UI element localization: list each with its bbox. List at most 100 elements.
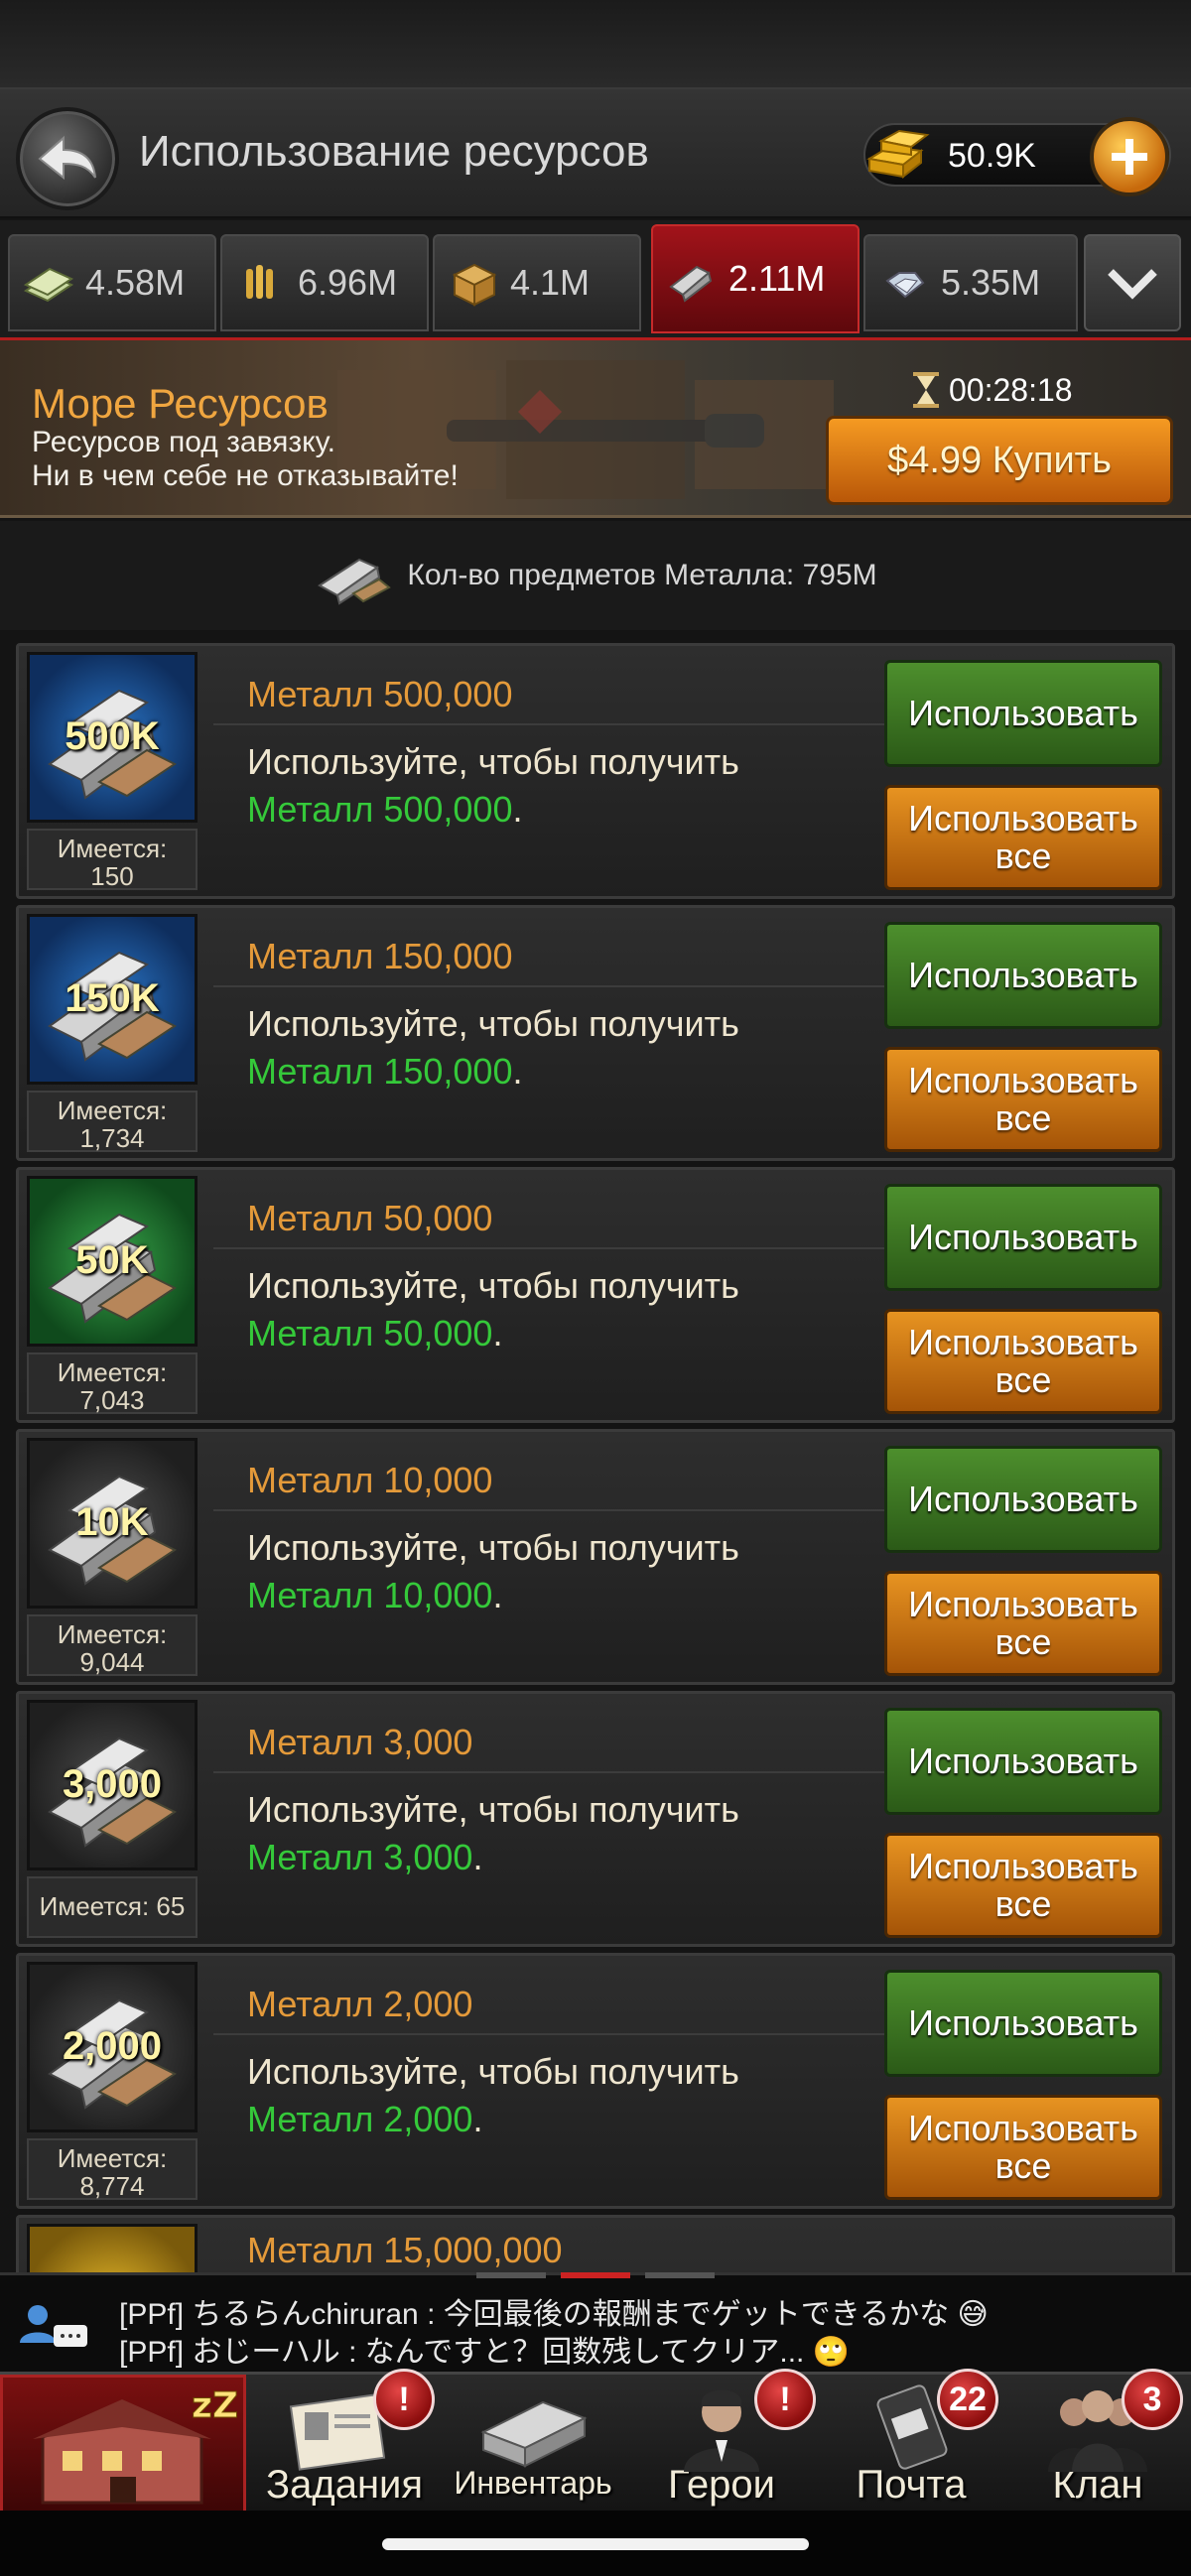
- nav-inventory[interactable]: Инвентарь: [441, 2375, 625, 2513]
- home-indicator[interactable]: [382, 2538, 809, 2550]
- item-reward-text: Металл 500,000: [247, 789, 513, 830]
- use-all-button[interactable]: Использовать все: [884, 1833, 1162, 1938]
- metal-bar-icon: [318, 558, 392, 605]
- plus-icon: [1112, 139, 1147, 175]
- item-thumbnail: 50K: [27, 1176, 198, 1347]
- tab-ammo-value: 6.96M: [298, 262, 398, 303]
- divider: [213, 1509, 888, 1511]
- item-thumbnail-label: 50K: [75, 1238, 149, 1282]
- use-all-button[interactable]: Использовать все: [884, 1047, 1162, 1152]
- item-reward: Металл 500,000.: [247, 789, 522, 831]
- divider: [213, 985, 888, 987]
- owned-count: Имеется: 7,043: [27, 1352, 198, 1414]
- inventory-icon: [480, 2400, 588, 2468]
- tab-cash-value: 4.58M: [85, 262, 186, 303]
- use-all-button[interactable]: Использовать все: [884, 1571, 1162, 1676]
- hourglass-icon: [913, 372, 939, 408]
- item-description: Используйте, чтобы получить: [247, 2051, 739, 2092]
- item-description: Используйте, чтобы получить: [247, 1265, 739, 1306]
- nav-heroes[interactable]: ! Герои: [627, 2369, 816, 2513]
- resource-tabs: 4.58M 6.96M 4.1M 2.11M 5.35M: [0, 220, 1191, 337]
- owned-count-text: Имеется: 9,044: [57, 1619, 168, 1677]
- divider: [213, 1771, 888, 1773]
- tab-diamond[interactable]: 5.35M: [863, 234, 1078, 331]
- owned-count-text: Имеется: 65: [39, 1891, 186, 1921]
- crate-icon: [452, 263, 497, 307]
- list-item: 3,000 Имеется: 65 Металл 3,000 Используй…: [16, 1691, 1175, 1947]
- tab-metal-value: 2.11M: [728, 258, 826, 299]
- buy-offer-button[interactable]: $4.99 Купить: [826, 416, 1173, 505]
- item-description: Используйте, чтобы получить: [247, 1003, 739, 1044]
- chat-ticker[interactable]: [PPf] ちるらんchiruran : 今回最後の報酬までゲットできるかな 😅…: [0, 2272, 1191, 2372]
- chat-message: [PPf] おじーハル : なんですと？回数残してクリア... 🙄: [119, 2336, 851, 2369]
- tab-cash[interactable]: 4.58M: [8, 234, 216, 331]
- tab-crate[interactable]: 4.1M: [433, 234, 641, 331]
- banner-title: Море Ресурсов: [32, 380, 329, 427]
- item-reward: Металл 10,000.: [247, 1575, 502, 1616]
- back-arrow-icon: [38, 135, 96, 181]
- back-button[interactable]: [16, 107, 119, 210]
- item-thumbnail: [27, 2224, 198, 2272]
- header: Использование ресурсов 50.9K: [0, 89, 1191, 218]
- list-item: Металл 15,000,000: [16, 2215, 1175, 2272]
- punctuation: .: [492, 1575, 503, 1615]
- owned-count-text: Имеется: 1,734: [57, 1095, 168, 1153]
- use-button[interactable]: Использовать: [884, 922, 1162, 1029]
- item-reward: Металл 2,000.: [247, 2099, 482, 2140]
- punctuation: .: [472, 2099, 483, 2139]
- item-thumbnail: 500K: [27, 652, 198, 823]
- gold-bars-icon: [866, 129, 930, 180]
- nav-mail[interactable]: 22 Почта: [818, 2369, 1004, 2513]
- item-description: Используйте, чтобы получить: [247, 741, 739, 782]
- diamond-icon: [885, 272, 925, 299]
- use-button[interactable]: Использовать: [884, 1184, 1162, 1291]
- use-button[interactable]: Использовать: [884, 1970, 1162, 2077]
- item-thumbnail: 150K: [27, 914, 198, 1085]
- cash-icon: [23, 267, 74, 303]
- use-button[interactable]: Использовать: [884, 1708, 1162, 1815]
- nav-tasks[interactable]: ! Задания: [250, 2369, 439, 2513]
- heroes-alert-badge: !: [754, 2369, 816, 2430]
- owned-count-text: Имеется: 8,774: [57, 2143, 168, 2201]
- mail-count-badge: 22: [937, 2369, 998, 2430]
- page-title: Использование ресурсов: [139, 127, 649, 176]
- owned-count: Имеется: 65: [27, 1876, 198, 1938]
- item-thumbnail-label: 10K: [75, 1500, 149, 1544]
- divider: [213, 1247, 888, 1249]
- offer-timer: 00:28:18: [949, 372, 1073, 408]
- list-item: 2,000 Имеется: 8,774 Металл 2,000 Исполь…: [16, 1953, 1175, 2209]
- add-gold-button[interactable]: [1090, 117, 1169, 196]
- nav-headquarters[interactable]: zZ: [0, 2375, 246, 2513]
- item-thumbnail: 10K: [27, 1438, 198, 1609]
- tab-metal[interactable]: 2.11M: [651, 224, 860, 333]
- item-name: Металл 50,000: [247, 1198, 493, 1238]
- tabs-dropdown-button[interactable]: [1084, 234, 1181, 331]
- use-all-button[interactable]: Использовать все: [884, 2095, 1162, 2200]
- item-name: Металл 15,000,000: [247, 2230, 563, 2270]
- status-strip: [0, 0, 1191, 89]
- metal-icon: [669, 265, 713, 303]
- item-description: Используйте, чтобы получить: [247, 1527, 739, 1568]
- item-name: Металл 10,000: [247, 1460, 493, 1500]
- owned-count: Имеется: 150: [27, 829, 198, 890]
- chat-page-indicator: [476, 2272, 715, 2278]
- item-thumbnail: 2,000: [27, 1962, 198, 2132]
- use-button[interactable]: Использовать: [884, 1446, 1162, 1553]
- use-button[interactable]: Использовать: [884, 660, 1162, 767]
- punctuation: .: [512, 1051, 523, 1092]
- item-reward-text: Металл 50,000: [247, 1313, 493, 1353]
- divider: [213, 723, 888, 725]
- chat-users-icon: [20, 2305, 87, 2347]
- inventory-count-text: Кол-во предметов Металла: 795M: [407, 559, 877, 591]
- item-description: Используйте, чтобы получить: [247, 1789, 739, 1830]
- list-item: 10K Имеется: 9,044 Металл 10,000 Использ…: [16, 1429, 1175, 1685]
- punctuation: .: [472, 1837, 483, 1877]
- tab-ammo[interactable]: 6.96M: [220, 234, 429, 331]
- use-all-button[interactable]: Использовать все: [884, 1309, 1162, 1414]
- clan-count-badge: 3: [1122, 2369, 1183, 2430]
- use-all-button[interactable]: Использовать все: [884, 785, 1162, 890]
- punctuation: .: [512, 789, 523, 830]
- nav-clan[interactable]: 3 Клан: [1004, 2369, 1191, 2513]
- item-thumbnail-label: 500K: [65, 714, 160, 758]
- item-reward-text: Металл 10,000: [247, 1575, 493, 1615]
